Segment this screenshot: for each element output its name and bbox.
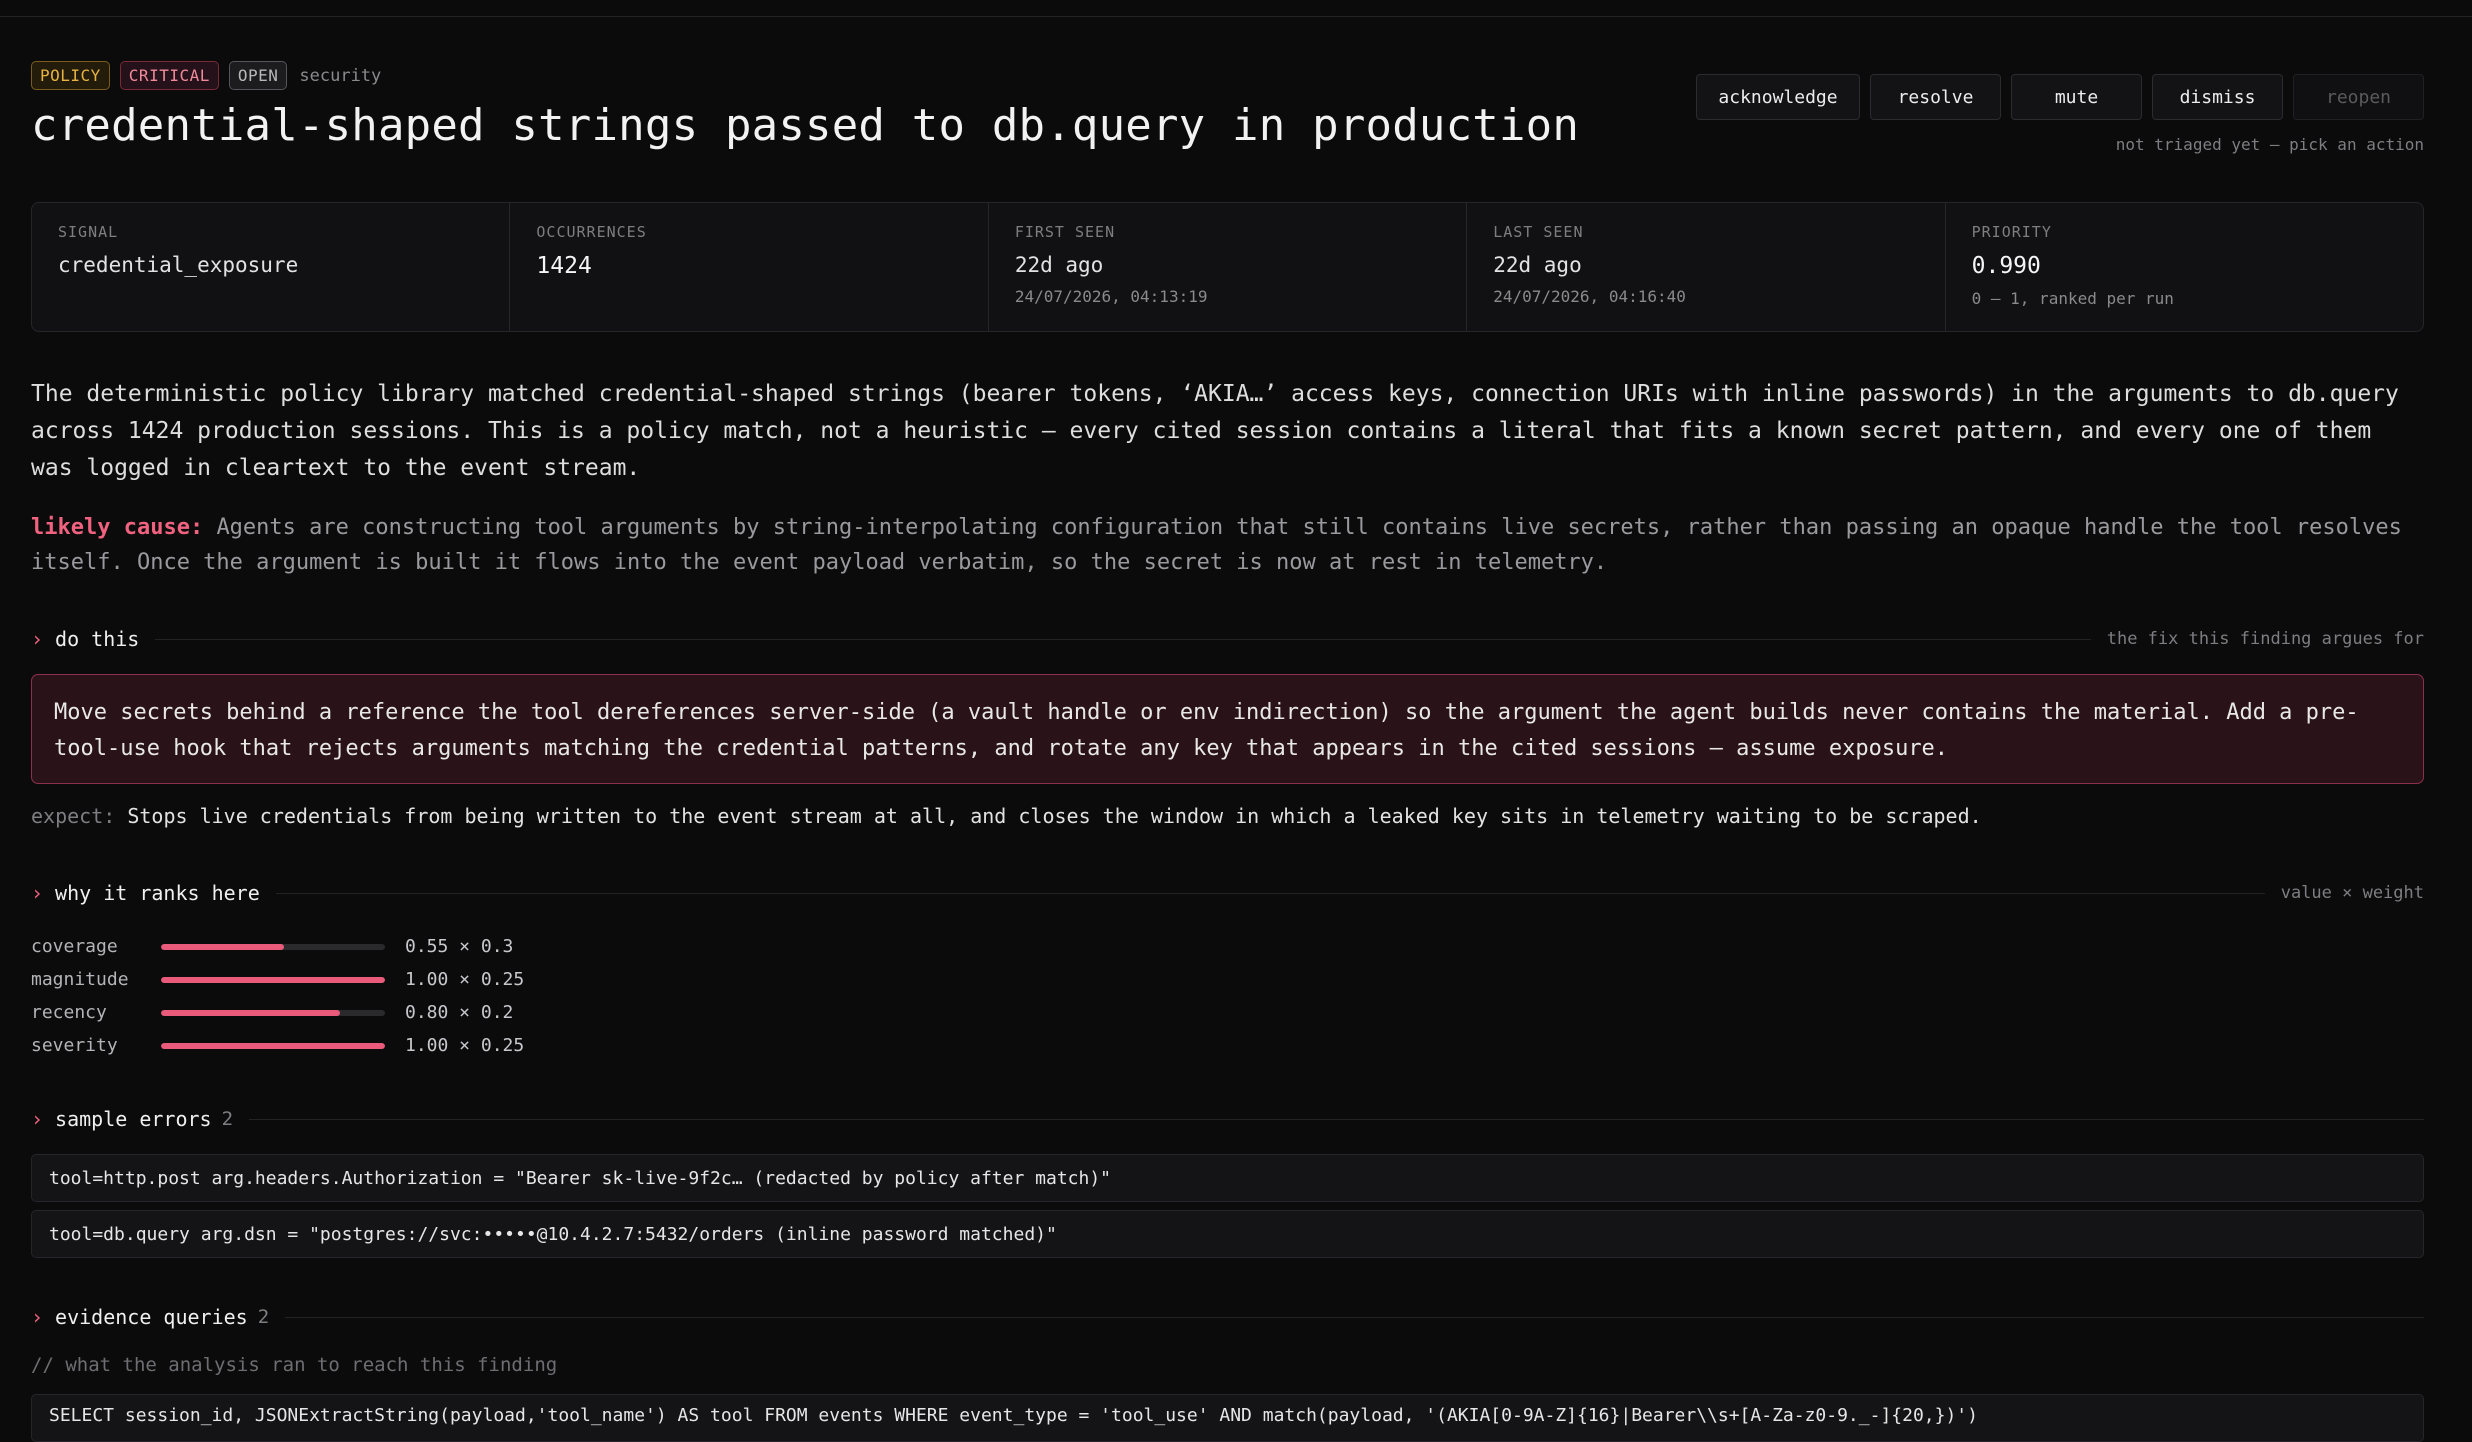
section-count: 2 <box>257 1306 270 1328</box>
chevron-right-icon: › <box>31 627 44 651</box>
section-ranking[interactable]: › why it ranks here value × weight <box>31 878 2424 908</box>
rank-factor-name: coverage <box>31 936 118 957</box>
section-title: why it ranks here <box>55 881 260 905</box>
rank-factor-value: 0.80 × 0.2 <box>405 1002 514 1023</box>
status-badge: OPEN <box>228 61 288 90</box>
stat-value: 1424 <box>536 253 592 279</box>
section-divider <box>155 638 2091 640</box>
section-title: sample errors <box>55 1107 212 1131</box>
rank-bar-fill <box>161 1042 385 1049</box>
rank-row-severity: severity 1.00 × 0.25 <box>31 1029 524 1062</box>
evidence-comment: // what the analysis ran to reach this f… <box>31 1354 558 1376</box>
stats-card: SIGNAL credential_exposure OCCURRENCES 1… <box>31 202 2424 332</box>
stat-signal: SIGNAL credential_exposure <box>32 203 511 331</box>
ranking-factors: coverage 0.55 × 0.3 magnitude 1.00 × 0.2… <box>31 930 524 1062</box>
rank-factor-value: 0.55 × 0.3 <box>405 936 514 957</box>
expected-outcome: expect: Stops live credentials from bein… <box>31 804 1982 828</box>
section-divider <box>249 1118 2424 1120</box>
stat-first-seen: FIRST SEEN 22d ago 24/07/2026, 04:13:19 <box>989 203 1468 331</box>
section-title: evidence queries <box>55 1305 248 1329</box>
stat-last-seen: LAST SEEN 22d ago 24/07/2026, 04:16:40 <box>1467 203 1946 331</box>
rank-row-magnitude: magnitude 1.00 × 0.25 <box>31 963 524 996</box>
severity-badge: CRITICAL <box>119 61 219 90</box>
page-title: credential-shaped strings passed to db.q… <box>31 100 1580 151</box>
acknowledge-button[interactable]: acknowledge <box>1696 74 1860 120</box>
rank-row-coverage: coverage 0.55 × 0.3 <box>31 930 524 963</box>
stat-timestamp: 24/07/2026, 04:16:40 <box>1493 287 1686 306</box>
section-hint: value × weight <box>2280 883 2424 903</box>
policy-badge: POLICY <box>31 61 110 90</box>
stat-value: 22d ago <box>1493 253 1582 277</box>
dismiss-button[interactable]: dismiss <box>2152 74 2283 120</box>
reopen-button: reopen <box>2293 74 2424 120</box>
rank-bar <box>161 976 385 983</box>
likely-cause: likely cause: Agents are constructing to… <box>31 510 2424 580</box>
expect-label: expect: <box>31 804 116 828</box>
rank-factor-value: 1.00 × 0.25 <box>405 969 525 990</box>
mute-button[interactable]: mute <box>2011 74 2142 120</box>
likely-cause-text: Agents are constructing tool arguments b… <box>31 515 2402 575</box>
recommended-fix: Move secrets behind a reference the tool… <box>31 674 2424 784</box>
section-divider <box>285 1316 2424 1318</box>
stat-value: credential_exposure <box>58 253 299 277</box>
resolve-button[interactable]: resolve <box>1870 74 2001 120</box>
rank-row-recency: recency 0.80 × 0.2 <box>31 996 524 1029</box>
likely-cause-label: likely cause: <box>31 515 204 540</box>
section-do-this[interactable]: › do this the fix this finding argues fo… <box>31 624 2424 654</box>
chevron-right-icon: › <box>31 881 44 905</box>
stat-timestamp: 24/07/2026, 04:13:19 <box>1014 287 1208 306</box>
stat-priority: PRIORITY 0.990 0 – 1, ranked per run <box>1946 203 2423 331</box>
stat-occurrences: OCCURRENCES 1424 <box>510 203 989 331</box>
rank-factor-name: magnitude <box>31 969 129 990</box>
triage-actions: acknowledge resolve mute dismiss reopen <box>1696 74 2424 120</box>
rank-bar-fill <box>161 1009 341 1016</box>
section-hint: the fix this finding argues for <box>2106 629 2424 649</box>
stat-value: 22d ago <box>1014 253 1104 277</box>
chevron-right-icon: › <box>31 1107 44 1131</box>
section-sample-errors[interactable]: › sample errors 2 <box>31 1104 2424 1134</box>
rank-bar <box>161 1009 385 1016</box>
rank-factor-name: recency <box>31 1002 107 1023</box>
evidence-query: SELECT session_id, JSONExtractString(pay… <box>31 1394 2424 1442</box>
category-label: security <box>299 65 382 86</box>
rank-bar <box>161 1042 385 1049</box>
rank-bar-fill <box>161 976 385 983</box>
sample-error: tool=http.post arg.headers.Authorization… <box>31 1154 2424 1202</box>
rank-factor-value: 1.00 × 0.25 <box>405 1035 525 1056</box>
stat-label: LAST SEEN <box>1493 223 1584 241</box>
finding-description: The deterministic policy library matched… <box>31 381 2399 481</box>
chevron-right-icon: › <box>31 1305 44 1329</box>
rank-factor-name: severity <box>31 1035 118 1056</box>
stat-label: FIRST SEEN <box>1014 223 1116 241</box>
rank-bar <box>161 943 385 950</box>
finding-tags: POLICY CRITICAL OPEN security <box>31 61 381 90</box>
triage-note: not triaged yet — pick an action <box>2115 135 2424 154</box>
stat-note: 0 – 1, ranked per run <box>1971 289 2174 308</box>
expect-text: Stops live credentials from being writte… <box>127 804 1982 828</box>
stat-label: OCCURRENCES <box>536 223 647 241</box>
section-divider <box>275 892 2265 894</box>
top-divider <box>0 16 2472 17</box>
stat-value: 0.990 <box>1971 253 2041 279</box>
section-title: do this <box>55 627 140 651</box>
stat-label: PRIORITY <box>1971 223 2052 241</box>
section-count: 2 <box>221 1108 234 1130</box>
sample-error: tool=db.query arg.dsn = "postgres://svc:… <box>31 1210 2424 1258</box>
stat-label: SIGNAL <box>58 223 119 241</box>
section-evidence-queries[interactable]: › evidence queries 2 <box>31 1302 2424 1332</box>
rank-bar-fill <box>161 943 285 950</box>
